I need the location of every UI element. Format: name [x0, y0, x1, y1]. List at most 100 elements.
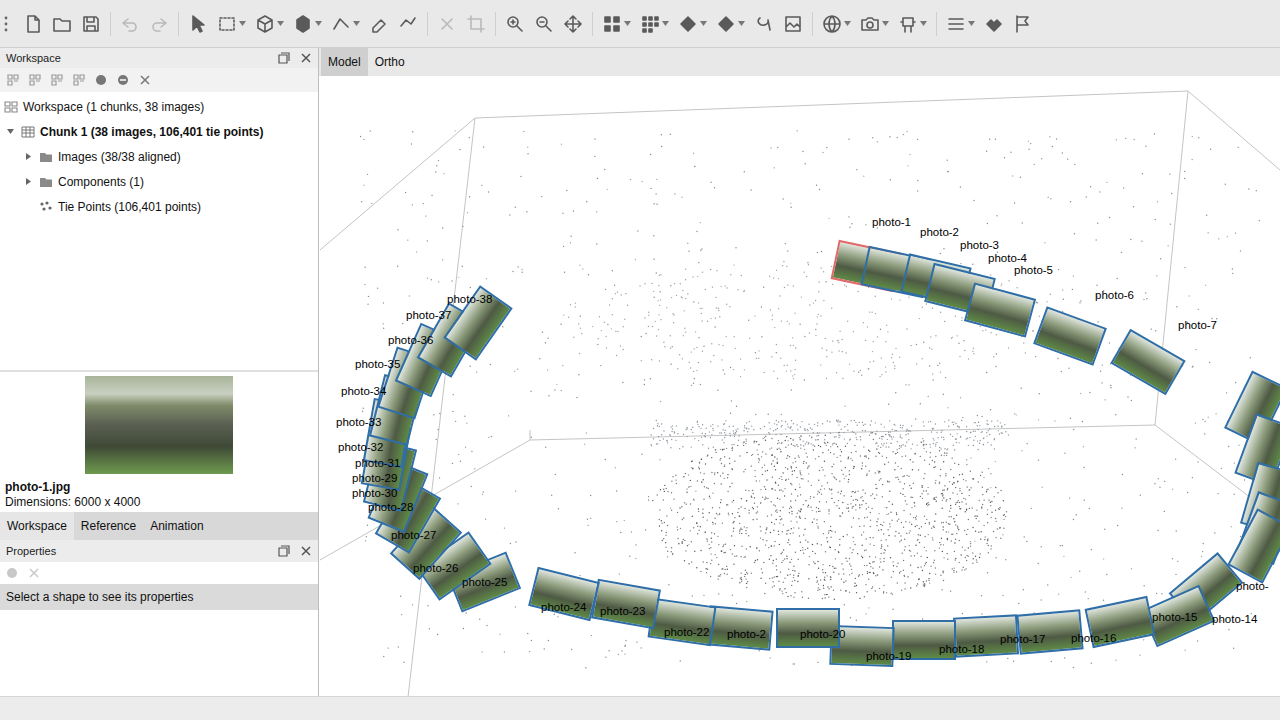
enable-icon[interactable]	[94, 73, 108, 87]
tree-item[interactable]: Components (1)	[0, 169, 318, 194]
mesh-icon	[678, 14, 698, 34]
panel-tab[interactable]: Reference	[74, 512, 143, 540]
main-toolbar	[0, 0, 1280, 48]
zoom-in-button[interactable]	[505, 14, 525, 34]
camera-label: photo-7	[1178, 319, 1217, 331]
close-icon[interactable]	[300, 52, 312, 64]
camera-frame[interactable]	[1110, 329, 1185, 396]
move-button[interactable]	[563, 14, 583, 34]
textured-mesh-button[interactable]	[716, 14, 745, 34]
undo-button[interactable]	[120, 14, 140, 34]
camera-frame[interactable]	[528, 567, 600, 621]
add-icon[interactable]	[6, 567, 18, 579]
robot-button[interactable]	[898, 14, 927, 34]
toolbar-separator	[495, 12, 496, 36]
draw-shape-icon	[369, 14, 389, 34]
camera-label: photo-31	[355, 457, 400, 469]
camera-label: photo-2	[920, 226, 959, 238]
polyline-button[interactable]	[398, 14, 418, 34]
menu-icon	[946, 14, 966, 34]
workspace-action-icon[interactable]	[50, 73, 64, 87]
view-tab[interactable]: Model	[321, 48, 368, 76]
disable-icon[interactable]	[116, 73, 130, 87]
folder-icon	[39, 150, 53, 164]
left-panel: Workspace Workspace (1 chunks, 38 images)…	[0, 48, 319, 696]
tree-item-label: Workspace (1 chunks, 38 images)	[23, 100, 204, 114]
expand-arrow-icon[interactable]	[6, 127, 15, 136]
menu-button[interactable]	[946, 14, 975, 34]
tiled-model-button[interactable]	[754, 14, 774, 34]
expand-arrow-icon[interactable]	[24, 152, 33, 161]
properties-toolbar	[0, 562, 318, 584]
camera-label: photo-3	[960, 239, 999, 251]
camera-frame[interactable]	[591, 579, 661, 630]
camera-label: photo-20	[800, 628, 845, 640]
remove-icon[interactable]	[138, 73, 152, 87]
ruler-button[interactable]	[331, 14, 360, 34]
camera-frame[interactable]	[964, 282, 1036, 337]
crop-button[interactable]	[466, 14, 486, 34]
robot-icon	[898, 14, 918, 34]
camera-label: photo-15	[1152, 611, 1197, 623]
tree-item[interactable]: Images (38/38 aligned)	[0, 144, 318, 169]
panel-tabs: WorkspaceReferenceAnimation	[0, 512, 318, 540]
toolbar-grip[interactable]	[4, 15, 8, 33]
workspace-icon	[4, 100, 18, 114]
camera-label: photo-19	[866, 650, 911, 662]
save-button[interactable]	[81, 14, 101, 34]
open-folder-button[interactable]	[52, 14, 72, 34]
redo-button[interactable]	[149, 14, 169, 34]
flag-button[interactable]	[1013, 14, 1033, 34]
camera-label: photo-29	[352, 472, 397, 484]
delete-button[interactable]	[437, 14, 457, 34]
float-icon[interactable]	[278, 545, 290, 557]
expand-arrow-icon[interactable]	[24, 177, 33, 186]
tiled-model-icon	[754, 14, 774, 34]
zoom-out-button[interactable]	[534, 14, 554, 34]
float-icon[interactable]	[278, 52, 290, 64]
camera-label: photo-24	[541, 601, 586, 613]
tree-item[interactable]: Tie Points (106,401 points)	[0, 194, 318, 219]
workspace-tree: Workspace (1 chunks, 38 images) Chunk 1 (…	[0, 92, 318, 372]
workspace-action-icon[interactable]	[28, 73, 42, 87]
camera-label: photo-6	[1095, 289, 1134, 301]
camera-label: photo-37	[406, 309, 451, 321]
dem-button[interactable]	[783, 14, 803, 34]
tree-item[interactable]: Chunk 1 (38 images, 106,401 tie points)	[0, 119, 318, 144]
remove-icon[interactable]	[28, 567, 40, 579]
dense-cloud-icon	[640, 14, 660, 34]
panel-tab[interactable]: Workspace	[0, 512, 74, 540]
camera-label: photo-30	[352, 487, 397, 499]
view-tab[interactable]: Ortho	[368, 48, 412, 76]
close-icon[interactable]	[300, 545, 312, 557]
model-navigation-button[interactable]	[255, 14, 284, 34]
rectangle-select-button[interactable]	[217, 14, 246, 34]
dense-cloud-button[interactable]	[640, 14, 669, 34]
camera-label: photo-25	[462, 576, 507, 588]
new-document-icon	[23, 14, 43, 34]
model-viewport[interactable]: photo-1photo-2photo-3photo-4photo-5photo…	[319, 76, 1280, 696]
camera-label: photo-18	[939, 643, 984, 655]
hands-button[interactable]	[984, 14, 1004, 34]
toolbar-separator	[812, 12, 813, 36]
dropdown-arrow-icon	[844, 21, 851, 26]
region-button[interactable]	[293, 14, 322, 34]
panel-tab[interactable]: Animation	[143, 512, 210, 540]
mesh-button[interactable]	[678, 14, 707, 34]
dropdown-arrow-icon	[882, 21, 889, 26]
points-icon	[39, 200, 53, 214]
pointer-button[interactable]	[188, 14, 208, 34]
globe-button[interactable]	[822, 14, 851, 34]
pointer-icon	[188, 14, 208, 34]
draw-shape-button[interactable]	[369, 14, 389, 34]
camera-frame[interactable]	[1033, 306, 1107, 365]
panel-title: Properties	[6, 545, 56, 557]
camera-label: photo-28	[368, 501, 413, 513]
folder-icon	[39, 175, 53, 189]
workspace-action-icon[interactable]	[6, 73, 20, 87]
tree-item[interactable]: Workspace (1 chunks, 38 images)	[0, 94, 318, 119]
workspace-action-icon[interactable]	[72, 73, 86, 87]
new-document-button[interactable]	[23, 14, 43, 34]
point-cloud-button[interactable]	[602, 14, 631, 34]
camera-button[interactable]	[860, 14, 889, 34]
